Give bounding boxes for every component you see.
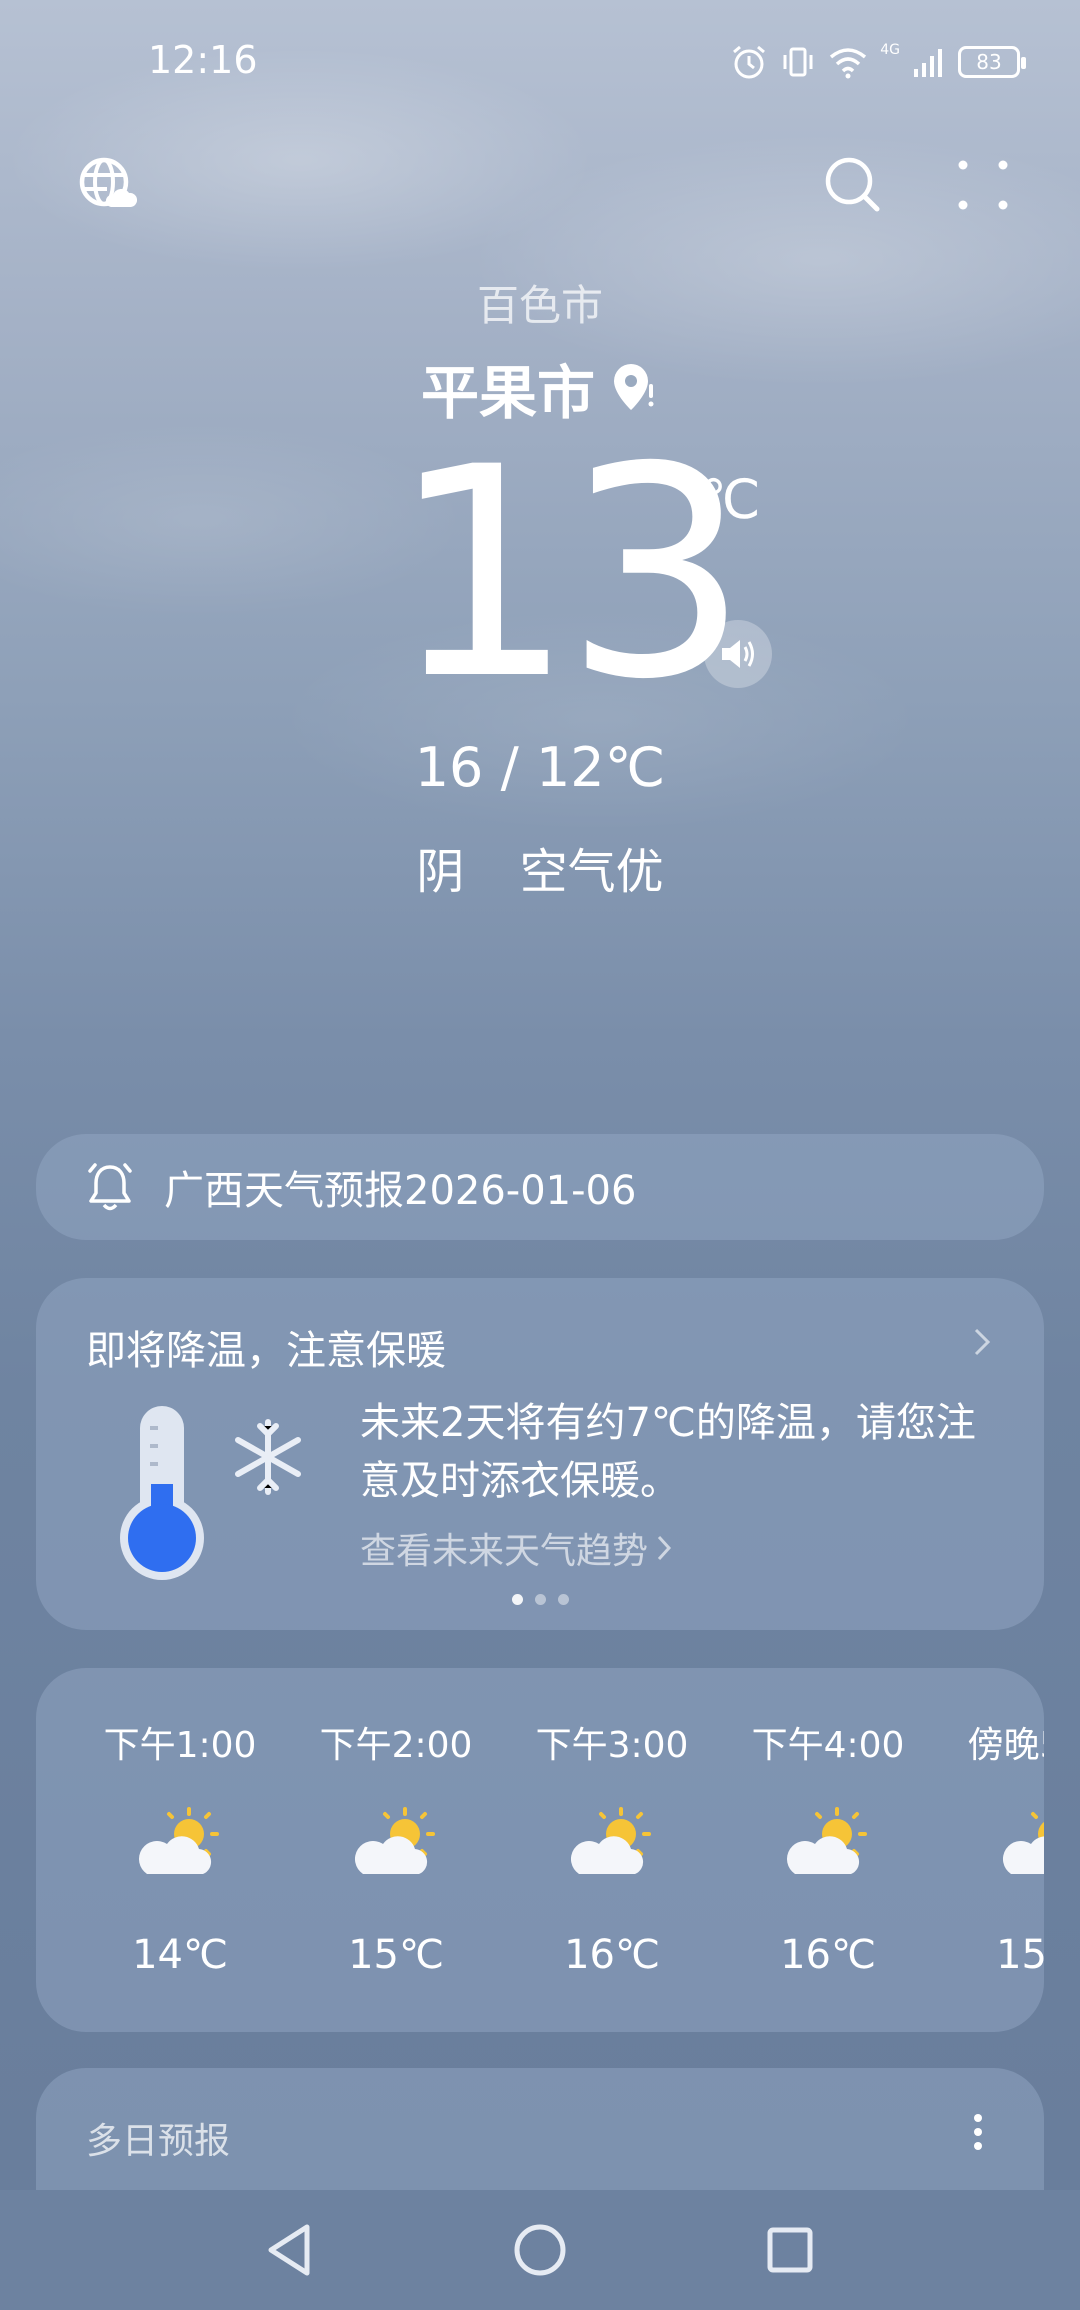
multi-day-title: 多日预报 (86, 2121, 231, 2162)
hourly-time: 傍晚5:00 (967, 1725, 1044, 1766)
recents-button[interactable] (750, 2210, 830, 2290)
view-trend-link[interactable]: 查看未来天气趋势 (360, 1522, 672, 1574)
view-trend-label: 查看未来天气趋势 (360, 1531, 649, 1572)
hourly-list[interactable]: 下午1:00 14℃ 下午2:00 15℃ 下午3:00 16℃ 下午4:00 16℃ 傍晚5:… (72, 1716, 1044, 1978)
weather-condition: 阴 (416, 844, 465, 900)
hourly-temperature: 15℃ (996, 1932, 1044, 1978)
pager-dots (36, 1594, 1044, 1605)
bell-icon (88, 1163, 132, 1211)
alert-text: 广西天气预报2026-01-06 (164, 1168, 637, 1214)
hourly-temperature: 14℃ (132, 1932, 228, 1978)
hourly-time: 下午1:00 (103, 1725, 257, 1766)
weather-alert-card[interactable]: 广西天气预报2026-01-06 (36, 1134, 1044, 1240)
status-bar: 12:16 4G 83 (0, 0, 1080, 120)
hourly-time: 下午4:00 (751, 1725, 905, 1766)
hourly-item[interactable]: 下午1:00 14℃ (72, 1716, 288, 1978)
status-icons: 4G 83 (730, 40, 1026, 84)
search-icon (825, 157, 880, 212)
home-circle-icon (514, 2224, 566, 2276)
partly-cloudy-icon (125, 1804, 235, 1884)
partly-cloudy-icon (557, 1804, 667, 1884)
pager-dot (557, 1594, 569, 1605)
hourly-temperature: 16℃ (780, 1932, 876, 1978)
current-temperature: 13 (390, 406, 749, 743)
more-vertical-icon[interactable] (972, 2112, 984, 2152)
more-dots-icon (958, 160, 1008, 210)
chevron-right-icon (657, 1535, 672, 1561)
hourly-time: 下午3:00 (535, 1725, 689, 1766)
partly-cloudy-icon (989, 1804, 1044, 1884)
battery-indicator: 83 (958, 46, 1026, 78)
alarm-icon (733, 45, 766, 79)
recents-square-icon (767, 2227, 813, 2273)
city-manage-button[interactable] (72, 150, 142, 220)
hourly-time: 下午2:00 (319, 1725, 473, 1766)
voice-broadcast-button[interactable] (704, 620, 772, 688)
status-time: 12:16 (148, 38, 258, 82)
back-triangle-icon (268, 2224, 310, 2276)
search-button[interactable] (818, 150, 888, 220)
cooling-tip-card[interactable]: 即将降温，注意保暖 未来2天将有约7℃的降温，请您注意及时添衣保暖。 查看未来天… (36, 1278, 1044, 1630)
tip-title: 即将降温，注意保暖 (86, 1328, 446, 1374)
signal-icon (914, 49, 942, 77)
speaker-icon (722, 640, 754, 668)
hourly-item[interactable]: 傍晚5:00 15℃ (936, 1716, 1044, 1978)
province-name: 百色市 (476, 281, 603, 330)
wifi-icon (830, 48, 867, 79)
hourly-item[interactable]: 下午3:00 16℃ (504, 1716, 720, 1978)
vibrate-icon (783, 47, 813, 77)
network-type: 4G (880, 42, 900, 58)
temperature-range: 16 / 12℃ (414, 736, 666, 799)
air-quality[interactable]: 空气优 (520, 844, 664, 900)
navigation-bar (0, 2190, 1080, 2310)
back-button[interactable] (250, 2210, 330, 2290)
pager-dot (511, 1594, 523, 1605)
tip-body: 未来2天将有约7℃的降温，请您注意及时添衣保暖。 (360, 1400, 976, 1504)
home-button[interactable] (500, 2210, 580, 2290)
more-menu-button[interactable] (948, 150, 1018, 220)
hourly-temperature: 15℃ (348, 1932, 444, 1978)
hourly-item[interactable]: 下午4:00 16℃ (720, 1716, 936, 1978)
hourly-item[interactable]: 下午2:00 15℃ (288, 1716, 504, 1978)
hourly-temperature: 16℃ (564, 1932, 660, 1978)
hourly-forecast-card[interactable]: 下午1:00 14℃ 下午2:00 15℃ 下午3:00 16℃ 下午4:00 16℃ 傍晚5:… (36, 1668, 1044, 2032)
chevron-right-icon[interactable] (972, 1326, 992, 1358)
weather-condition-row: 阴 空气优 (0, 832, 1080, 902)
globe-cloud-icon (79, 157, 137, 207)
pager-dot (534, 1594, 546, 1605)
temperature-unit: ℃ (700, 468, 761, 531)
thermometer-snow-icon (120, 1406, 301, 1580)
partly-cloudy-icon (773, 1804, 883, 1884)
partly-cloudy-icon (341, 1804, 451, 1884)
